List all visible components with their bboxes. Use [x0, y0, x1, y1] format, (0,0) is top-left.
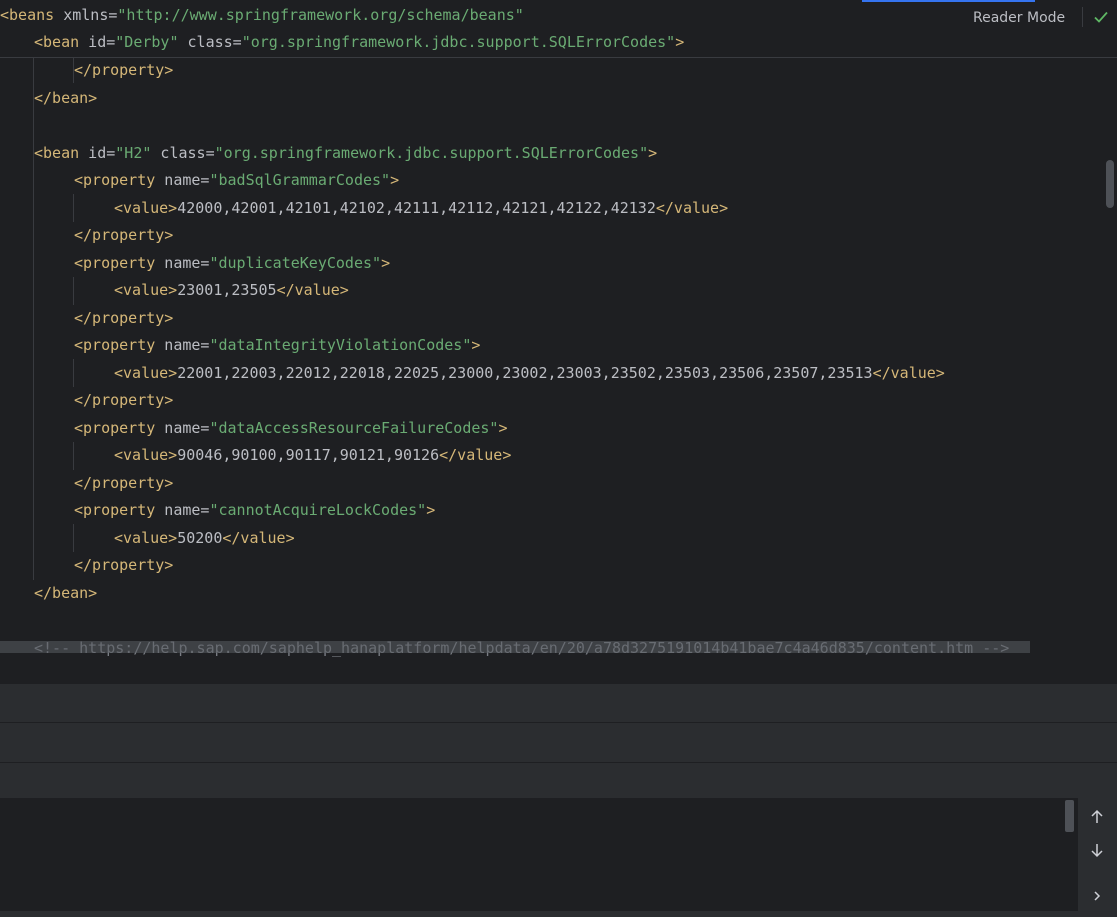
output-scrollbar[interactable] — [1065, 800, 1074, 832]
indent-guide — [73, 194, 74, 222]
horizontal-scrollbar[interactable] — [0, 641, 1030, 653]
code-line-property-close: </property> — [74, 474, 174, 492]
output-panel[interactable] — [0, 798, 1117, 911]
panel-row — [0, 763, 1117, 798]
toolbar-divider — [1082, 7, 1083, 27]
code-line-beans-open: <beans xmlns="http://www.springframework… — [0, 6, 524, 24]
code-line-value: <value>50200</value> — [114, 529, 295, 547]
code-line-property-open: <property name="cannotAcquireLockCodes"> — [74, 501, 436, 519]
code-line-property-close: </property> — [74, 556, 174, 574]
code-line-bean-close: </bean> — [34, 89, 98, 107]
code-line-value: <value>23001,23505</value> — [114, 281, 349, 299]
code-line-property-open: <property name="duplicateKeyCodes"> — [74, 254, 391, 272]
indent-guide — [73, 277, 74, 305]
code-line-property-open: <property name="badSqlGrammarCodes"> — [74, 171, 400, 189]
code-line-bean-close: </bean> — [34, 584, 98, 602]
code-line-property-open: <property name="dataAccessResourceFailur… — [74, 419, 508, 437]
code-line-value: <value>42000,42001,42101,42102,42111,421… — [114, 199, 729, 217]
arrow-up-icon[interactable] — [1088, 808, 1106, 826]
chevron-right-icon[interactable] — [1090, 889, 1104, 903]
vertical-scrollbar[interactable] — [1106, 160, 1114, 208]
code-line-value: <value>22001,22003,22012,22018,22025,230… — [114, 364, 945, 382]
arrow-down-icon[interactable] — [1088, 841, 1106, 859]
code-line-property-close: </property> — [74, 309, 174, 327]
code-line-value: <value>90046,90100,90117,90121,90126</va… — [114, 446, 512, 464]
indent-guide — [73, 442, 74, 470]
check-icon[interactable] — [1093, 9, 1109, 25]
code-line-property-close: </property> — [74, 226, 174, 244]
indent-guide — [33, 58, 34, 580]
status-strip — [0, 911, 1117, 917]
code-line-bean-derby: <bean id="Derby" class="org.springframew… — [34, 33, 685, 51]
code-line-property-close: </property> — [74, 61, 174, 79]
indent-guide — [73, 359, 74, 387]
code-editor[interactable]: Reader Mode <beans xmlns="http://www.spr… — [0, 0, 1117, 684]
output-toolbar — [1078, 798, 1117, 911]
tab-accent-bar — [862, 0, 1035, 2]
code-line-bean-h2: <bean id="H2" class="org.springframework… — [34, 144, 658, 162]
indent-guide — [73, 524, 74, 552]
panel-row — [0, 723, 1117, 762]
reader-mode-button[interactable]: Reader Mode — [973, 10, 1065, 26]
panel-row — [0, 684, 1117, 722]
code-line-property-open: <property name="dataIntegrityViolationCo… — [74, 336, 481, 354]
code-line-property-close: </property> — [74, 391, 174, 409]
